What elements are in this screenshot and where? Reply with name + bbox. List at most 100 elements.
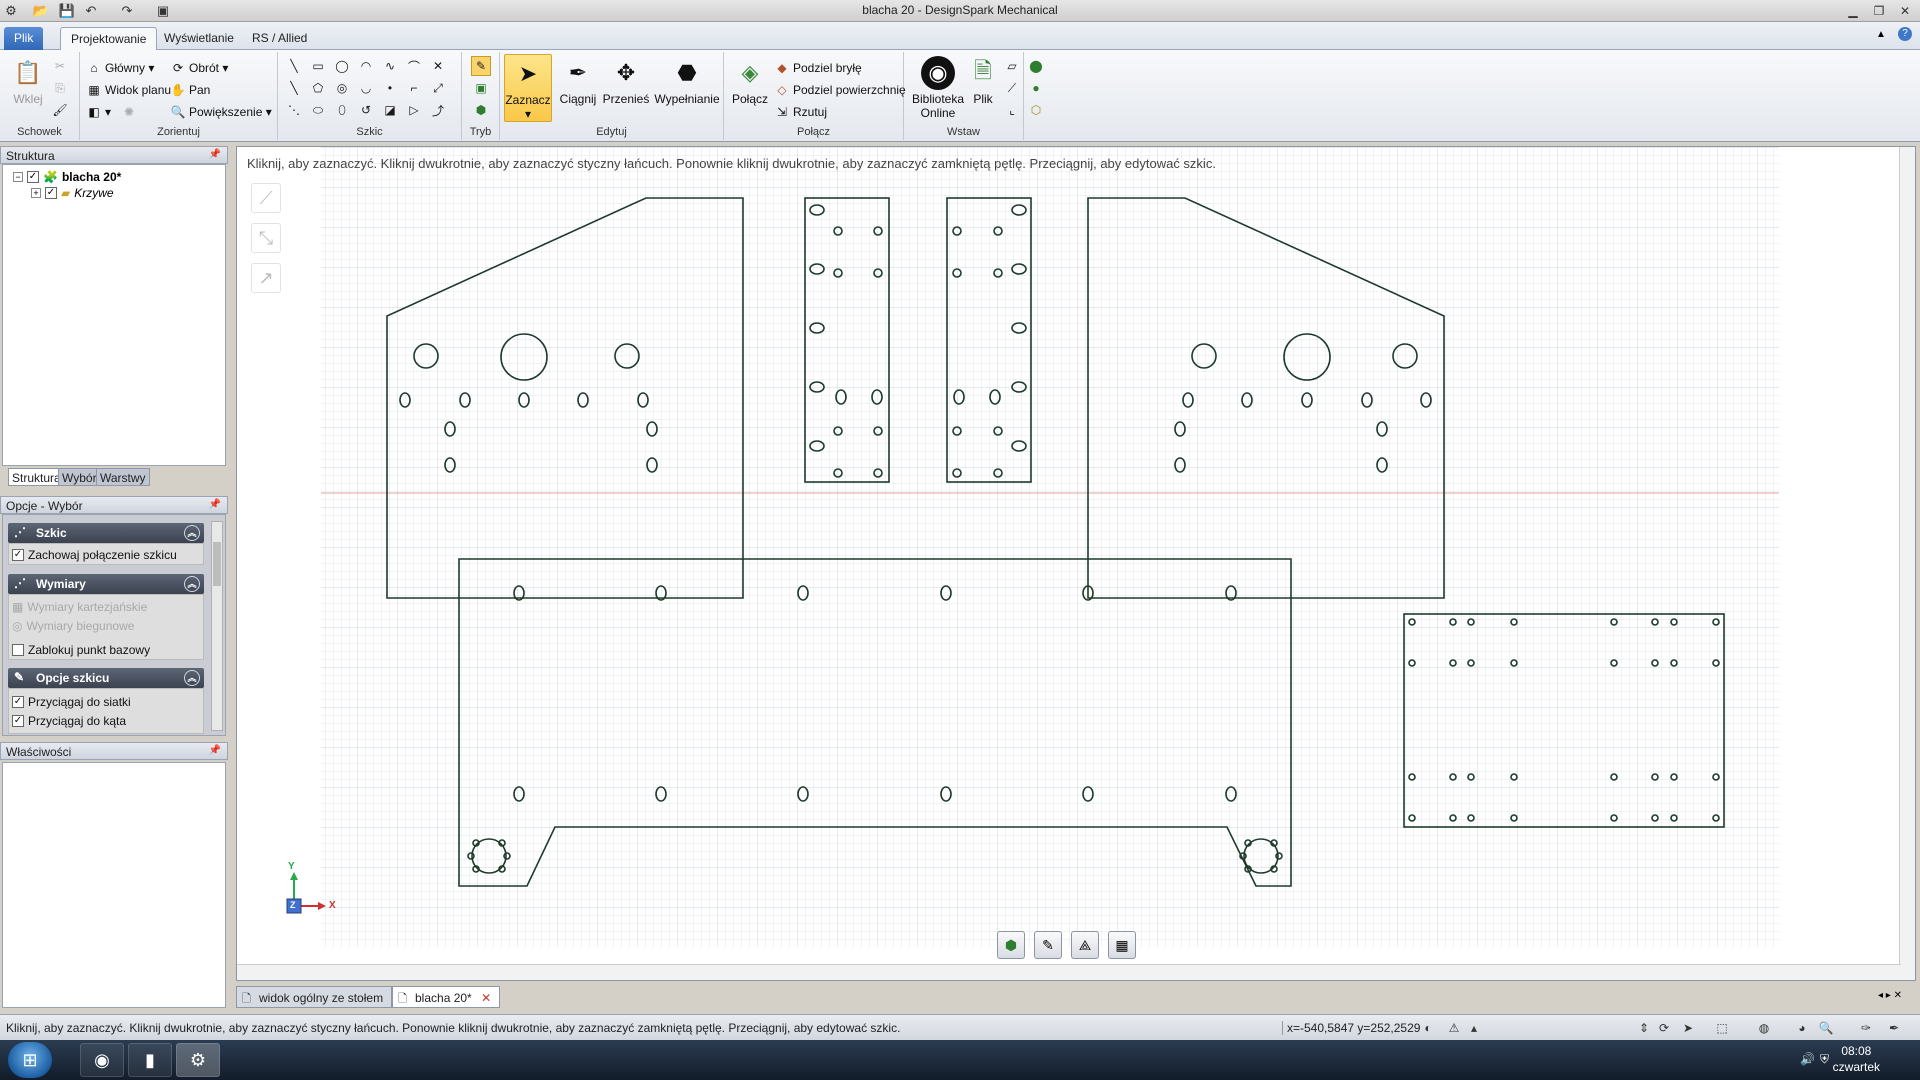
pin-icon[interactable]: 📌 <box>209 149 221 160</box>
circle-icon[interactable]: ◯ <box>332 56 352 76</box>
cut-icon[interactable]: ✂ <box>50 56 70 76</box>
opt-przyciagaj-kata[interactable]: ✓ Przyciągaj do kąta <box>12 712 204 730</box>
subtab-wybor[interactable]: Wybór <box>58 468 101 486</box>
cursor-icon[interactable]: ➤ <box>1680 1020 1696 1036</box>
ribbon-collapse-icon[interactable]: ▲ <box>1876 29 1886 40</box>
warning-icon[interactable]: ⚠ <box>1446 1020 1462 1036</box>
spin-icon[interactable]: ✺ <box>124 102 134 122</box>
tree-child-krzywe[interactable]: + ✓ ▰ Krzywe <box>31 185 114 201</box>
pin-icon[interactable]: 📌 <box>209 745 221 756</box>
ellipse-circle-icon[interactable]: ◎ <box>332 78 352 98</box>
arc-icon[interactable]: ◠ <box>356 56 376 76</box>
visibility-checkbox[interactable]: ✓ <box>45 187 57 199</box>
tree-root[interactable]: − ✓ 🧩 blacha 20* <box>13 169 121 185</box>
edit-sketch-icon[interactable]: ✎ <box>1034 931 1062 959</box>
volume-icon[interactable]: 🔊 <box>1800 1052 1815 1066</box>
rectangle-icon[interactable]: ▭ <box>308 56 328 76</box>
section-wymiary[interactable]: ⋰ Wymiary ︽ <box>8 574 204 594</box>
options-scrollbar[interactable] <box>211 521 223 731</box>
box-select-icon[interactable]: ⬚ <box>1714 1020 1730 1036</box>
sketch-plane-icon[interactable]: ⟋ <box>251 183 281 213</box>
biblioteka-online-button[interactable]: ◉ Biblioteka Online <box>908 54 968 122</box>
tab-projektowanie[interactable]: Projektowanie <box>60 27 158 50</box>
start-button[interactable]: ⊞ <box>8 1042 52 1078</box>
checkbox[interactable] <box>12 644 24 656</box>
display-style-icon[interactable]: ◍ <box>1756 1020 1772 1036</box>
obrot-button[interactable]: ⟳ Obrót ▾ <box>170 58 228 78</box>
tangent-arc-icon[interactable]: ⌒ <box>404 56 424 76</box>
pin-icon[interactable]: 📌 <box>209 499 221 510</box>
widok-planu-button[interactable]: ▦ Widok planu <box>86 80 171 100</box>
plik-insert-button[interactable]: 🗎 Plik <box>966 54 1000 122</box>
restore-button[interactable]: ❐ <box>1868 2 1890 20</box>
doc-tab-blacha[interactable]: 🗋 blacha 20* ✕ <box>392 986 501 1008</box>
refresh-icon[interactable]: ⟳ <box>1656 1020 1672 1036</box>
polygon-icon[interactable]: ⬠ <box>308 78 328 98</box>
sweep-arc-icon[interactable]: ↺ <box>356 100 376 120</box>
plane-icon[interactable]: ▱ <box>1002 56 1022 76</box>
render-icon[interactable]: ◕ <box>1794 1020 1810 1036</box>
clock[interactable]: 08:08 czwartek <box>1833 1043 1880 1075</box>
sphere-icon[interactable]: ● <box>1026 78 1046 98</box>
offset-icon[interactable]: ⤢ <box>428 78 448 98</box>
pen-icon[interactable]: ✒ <box>1886 1020 1902 1036</box>
canvas-vscrollbar[interactable] <box>1899 147 1915 980</box>
line-icon[interactable]: ╲ <box>284 56 304 76</box>
arc3-icon[interactable]: ◡ <box>356 78 376 98</box>
corner-icon[interactable]: ⌐ <box>404 78 424 98</box>
checkbox[interactable]: ✓ <box>12 696 24 708</box>
section-mode-icon[interactable]: ▣ <box>471 78 491 98</box>
measure-icon[interactable]: ✑ <box>1858 1020 1874 1036</box>
trim-icon[interactable]: ✕ <box>428 56 448 76</box>
drawing-canvas[interactable]: Kliknij, aby zaznaczyć. Kliknij dwukrotn… <box>236 146 1916 981</box>
status-dropdown-icon[interactable]: ▴ <box>1466 1020 1482 1036</box>
return-3d-icon[interactable]: ⬢ <box>997 931 1025 959</box>
help-icon[interactable]: ? <box>1898 27 1912 41</box>
opt-zablokuj-punkt[interactable]: Zablokuj punkt bazowy <box>12 641 204 659</box>
construction-line-icon[interactable]: ⋱ <box>284 100 304 120</box>
przenies-button[interactable]: ✥ Przenieś <box>602 54 650 122</box>
section-opcje-szkicu[interactable]: ✎ Opcje szkicu ︽ <box>8 668 204 688</box>
face-curve-icon[interactable]: ◪ <box>380 100 400 120</box>
section-szkic[interactable]: ⋰ Szkic ︽ <box>8 523 204 543</box>
minimize-button[interactable]: ▁ <box>1842 2 1864 20</box>
select-new-plane-icon[interactable]: ↗ <box>251 263 281 293</box>
pan-button[interactable]: ✋ Pan <box>170 80 211 100</box>
zoom-status-icon[interactable]: 🔍 <box>1818 1020 1834 1036</box>
point-icon[interactable]: • <box>380 78 400 98</box>
close-tab-icon[interactable]: ✕ <box>481 991 491 1005</box>
visibility-checkbox[interactable]: ✓ <box>27 171 39 183</box>
sketch-svg[interactable] <box>237 147 1901 966</box>
origin-icon[interactable]: ⌞ <box>1002 100 1022 120</box>
collapse-up-icon[interactable]: ︽ <box>184 525 200 541</box>
format-painter-icon[interactable]: 🖌 <box>50 100 70 120</box>
options-scroll-thumb[interactable] <box>213 542 221 586</box>
wypelnianie-button[interactable]: ⬣ Wypełnianie <box>652 54 722 122</box>
glowny-button[interactable]: ⌂ Główny ▾ <box>86 58 154 78</box>
spline-icon[interactable]: ∿ <box>380 56 400 76</box>
chrome-icon[interactable]: ◉ <box>80 1043 124 1077</box>
paste-button[interactable]: 📋 Wklej <box>4 54 52 122</box>
subtab-struktura[interactable]: Struktura <box>8 468 65 486</box>
explorer-icon[interactable]: ▮ <box>128 1043 172 1077</box>
tray-shield-icon[interactable]: ⛨ <box>1820 1052 1829 1067</box>
opt-przyciagaj-siatki[interactable]: ✓ Przyciągaj do siatki <box>12 693 204 711</box>
slot-icon[interactable]: ⬭ <box>308 100 328 120</box>
designspark-icon[interactable]: ⚙ <box>176 1043 220 1077</box>
bend-icon[interactable]: ⤴ <box>428 100 448 120</box>
canvas-hscrollbar[interactable] <box>237 964 1901 980</box>
snap-icon[interactable]: ◐ <box>1420 1020 1436 1036</box>
checkbox[interactable]: ✓ <box>12 715 24 727</box>
collapse-icon[interactable]: − <box>13 172 23 182</box>
collapse-up-icon[interactable]: ︽ <box>184 670 200 686</box>
opt-zachowaj-polaczenie[interactable]: ✓ Zachowaj połączenie szkicu <box>12 546 204 564</box>
expand-icon[interactable]: + <box>31 188 41 198</box>
sketch-view-icon[interactable]: ⟁ <box>1071 931 1099 959</box>
tab-rs-allied[interactable]: RS / Allied <box>242 27 317 50</box>
tangent-line-icon[interactable]: ╲ <box>284 78 304 98</box>
ellipse-icon[interactable]: ⬯ <box>332 100 352 120</box>
collapse-up-icon[interactable]: ︽ <box>184 576 200 592</box>
powiekszenie-button[interactable]: 🔍 Powiększenie ▾ <box>170 102 272 122</box>
subtab-warstwy[interactable]: Warstwy <box>96 468 150 486</box>
checkbox[interactable]: ✓ <box>12 549 24 561</box>
